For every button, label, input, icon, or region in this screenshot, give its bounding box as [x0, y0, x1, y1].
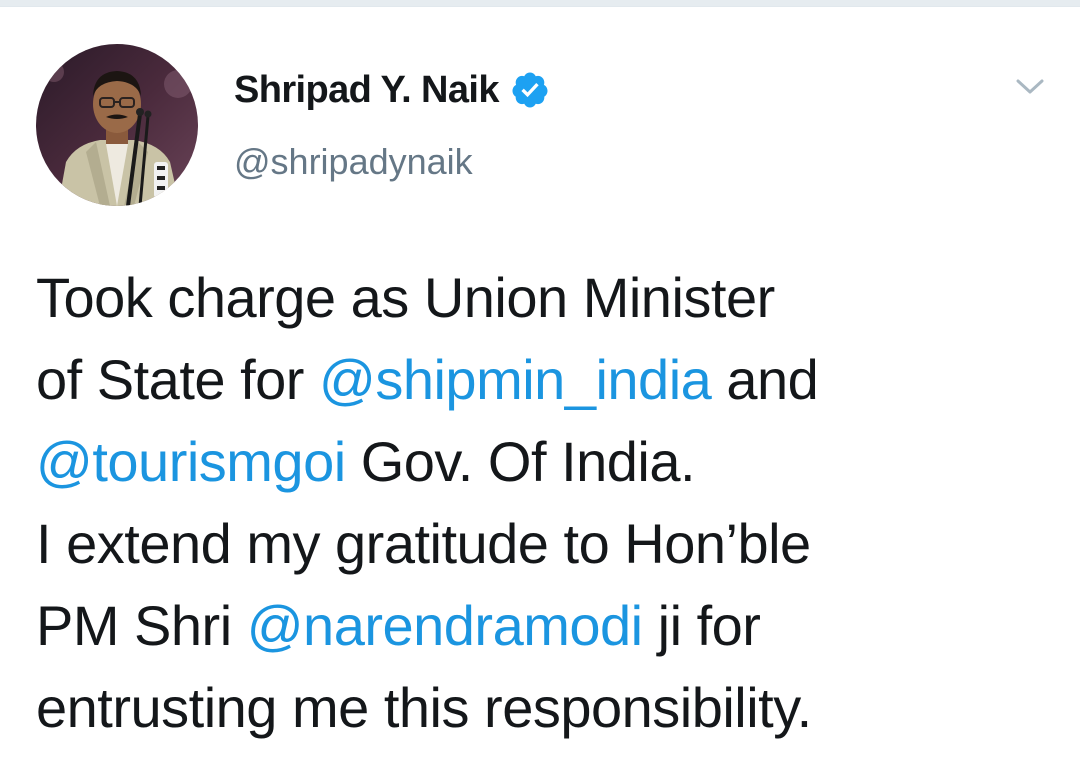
- tweet-text: Took charge as Union Minister of State fo…: [36, 257, 1046, 749]
- author-display-name[interactable]: Shripad Y. Naik: [234, 67, 499, 113]
- tweet-text-segment: Took charge as Union Minister: [36, 266, 775, 329]
- mention-link[interactable]: @shipmin_india: [319, 348, 712, 411]
- avatar-photo-icon: [36, 44, 198, 206]
- tweet-text-segment: Gov. Of India.: [345, 430, 696, 493]
- tweet-text-line: @tourismgoi Gov. Of India.: [36, 421, 1046, 503]
- tweet-text-line: entrusting me this responsibility.: [36, 667, 1046, 749]
- chevron-down-icon: [1016, 79, 1044, 94]
- tweet-text-segment: of State for: [36, 348, 319, 411]
- mention-link[interactable]: @narendramodi: [247, 594, 643, 657]
- tweet-text-line: I extend my gratitude to Hon’ble: [36, 503, 1046, 585]
- tweet-text-line: Took charge as Union Minister: [36, 257, 1046, 339]
- author-name-row[interactable]: Shripad Y. Naik: [234, 67, 550, 113]
- verified-badge-icon: [510, 70, 550, 110]
- tweet-card: Shripad Y. Naik @shripadynaik Took charg…: [0, 7, 1080, 775]
- author-handle[interactable]: @shripadynaik: [234, 140, 473, 184]
- tweet-text-segment: entrusting me this responsibility.: [36, 676, 812, 739]
- tweet-menu-button[interactable]: [1002, 67, 1058, 107]
- tweet-text-segment: ji for: [642, 594, 761, 657]
- tweet-text-line: of State for @shipmin_india and: [36, 339, 1046, 421]
- avatar[interactable]: [36, 44, 198, 206]
- tweet-text-segment: I extend my gratitude to Hon’ble: [36, 512, 811, 575]
- mention-link[interactable]: @tourismgoi: [36, 430, 346, 493]
- tweet-text-segment: PM Shri: [36, 594, 247, 657]
- top-divider: [0, 0, 1080, 7]
- tweet-text-line: PM Shri @narendramodi ji for: [36, 585, 1046, 667]
- tweet-text-segment: and: [711, 348, 819, 411]
